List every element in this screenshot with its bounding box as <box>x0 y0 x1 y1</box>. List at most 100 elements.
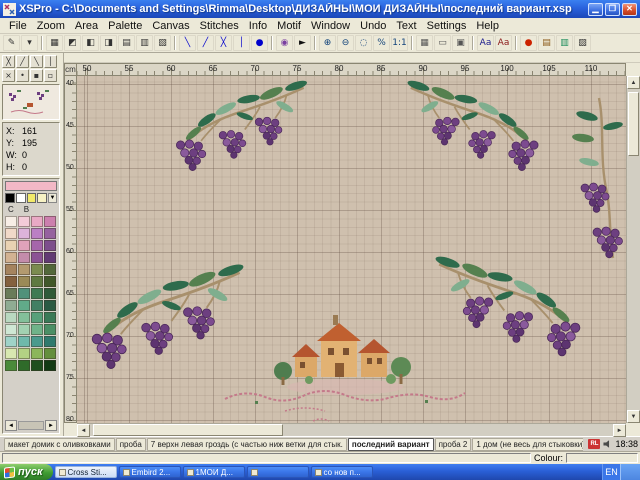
taskbar-task-3[interactable] <box>247 466 309 478</box>
taskbar-task-2[interactable]: 1МОИ Д... <box>183 466 245 478</box>
palette-color-1-3[interactable] <box>44 228 56 239</box>
zoom-actual-tool[interactable]: 1:1 <box>391 35 408 51</box>
stitch-style-back[interactable]: │ <box>44 55 57 68</box>
petite-stitch-tool[interactable]: ▤ <box>118 35 135 51</box>
palette-color-10-2[interactable] <box>31 336 43 347</box>
zoom-area-tool[interactable]: ◌ <box>355 35 372 51</box>
half-stitch-tool[interactable]: ◩ <box>64 35 81 51</box>
menu-window[interactable]: Window <box>306 20 355 32</box>
vertical-stitch-tool[interactable]: ▥ <box>136 35 153 51</box>
palette-color-0-3[interactable] <box>44 216 56 227</box>
palette-color-3-2[interactable] <box>31 252 43 263</box>
start-button[interactable]: пуск <box>0 464 53 480</box>
menu-help[interactable]: Help <box>471 20 504 32</box>
palette-color-10-1[interactable] <box>18 336 30 347</box>
menu-undo[interactable]: Undo <box>355 20 391 32</box>
taskbar-task-4[interactable]: со нов п... <box>311 466 373 478</box>
special-stitch-tool[interactable]: ▧ <box>154 35 171 51</box>
language-indicator-icon[interactable]: RL <box>588 439 600 449</box>
document-tab-4[interactable]: проба 2 <box>435 438 472 451</box>
stitch-style-knot[interactable]: • <box>16 69 29 82</box>
palette-color-2-3[interactable] <box>44 240 56 251</box>
scroll-up-button[interactable]: ▲ <box>627 76 640 89</box>
palette-color-10-3[interactable] <box>44 336 56 347</box>
menu-file[interactable]: File <box>4 20 32 32</box>
stitch-style-petite[interactable]: × <box>2 69 15 82</box>
palette-color-11-1[interactable] <box>18 348 30 359</box>
palette-color-3-3[interactable] <box>44 252 56 263</box>
document-tab-3[interactable]: последний вариант <box>348 438 434 451</box>
palette-color-10-0[interactable] <box>5 336 17 347</box>
palette-color-12-1[interactable] <box>18 360 30 371</box>
volume-icon[interactable] <box>603 440 612 449</box>
palette-color-2-0[interactable] <box>5 240 17 251</box>
palette-color-11-2[interactable] <box>31 348 43 359</box>
close-button[interactable]: ✕ <box>622 3 637 16</box>
vertical-scroll-thumb[interactable] <box>628 92 639 156</box>
palette-color-6-0[interactable] <box>5 288 17 299</box>
palette-color-1-0[interactable] <box>5 228 17 239</box>
grid-toggle[interactable]: ▦ <box>416 35 433 51</box>
menu-text[interactable]: Text <box>391 20 421 32</box>
current-color-swatch[interactable] <box>5 181 57 191</box>
pencil-tool[interactable]: ✎ <box>3 35 20 51</box>
palette-color-3-0[interactable] <box>5 252 17 263</box>
palette-color-5-0[interactable] <box>5 276 17 287</box>
palette-color-9-2[interactable] <box>31 324 43 335</box>
document-tab-0[interactable]: макет домик с оливковками <box>4 438 115 451</box>
quick-color-2[interactable] <box>27 193 37 203</box>
palette-color-4-2[interactable] <box>31 264 43 275</box>
palette-color-6-3[interactable] <box>44 288 56 299</box>
horizontal-scrollbar[interactable]: ◄ ► <box>77 423 626 436</box>
full-stitch-tool[interactable]: ▦ <box>46 35 63 51</box>
text-tool-large[interactable]: Aa <box>495 35 512 51</box>
palette-scroll-left-button[interactable]: ◄ <box>5 420 17 431</box>
menu-settings[interactable]: Settings <box>422 20 472 32</box>
palette-color-8-1[interactable] <box>18 312 30 323</box>
palette-color-3-1[interactable] <box>18 252 30 263</box>
menu-zoom[interactable]: Zoom <box>32 20 70 32</box>
taskbar-task-1[interactable]: Embird 2... <box>119 466 181 478</box>
palette-color-9-0[interactable] <box>5 324 17 335</box>
vertical-scrollbar[interactable]: ▲ ▼ <box>626 76 640 423</box>
palette-color-2-2[interactable] <box>31 240 43 251</box>
menu-palette[interactable]: Palette <box>103 20 147 32</box>
palette-color-7-3[interactable] <box>44 300 56 311</box>
french-knot-tool[interactable]: ● <box>251 35 268 51</box>
scroll-left-button[interactable]: ◄ <box>77 424 90 437</box>
zoom-out-tool[interactable]: ⊖ <box>337 35 354 51</box>
backstitch-tool[interactable]: ╲ <box>179 35 196 51</box>
thread-chart-button[interactable]: ▥ <box>556 35 573 51</box>
menu-motif[interactable]: Motif <box>272 20 306 32</box>
maximize-button[interactable]: ❐ <box>605 3 620 16</box>
document-tab-1[interactable]: проба <box>116 438 146 451</box>
palette-color-12-0[interactable] <box>5 360 17 371</box>
text-tool-small[interactable]: Aa <box>477 35 494 51</box>
palette-color-9-3[interactable] <box>44 324 56 335</box>
quick-color-3[interactable] <box>37 193 47 203</box>
stitch-style-bead[interactable]: ▪ <box>30 69 43 82</box>
palette-color-4-1[interactable] <box>18 264 30 275</box>
palette-scroll-right-button[interactable]: ► <box>45 420 57 431</box>
quick-color-0[interactable] <box>5 193 15 203</box>
menu-canvas[interactable]: Canvas <box>147 20 194 32</box>
palette-color-7-1[interactable] <box>18 300 30 311</box>
document-tab-2[interactable]: 7 верхн левая гроздь (с частью ниж ветки… <box>147 438 347 451</box>
menu-area[interactable]: Area <box>70 20 103 32</box>
scroll-down-button[interactable]: ▼ <box>627 410 640 423</box>
backstitch-diagonal-tool[interactable]: ╱ <box>197 35 214 51</box>
zoom-in-tool[interactable]: ⊕ <box>319 35 336 51</box>
rulers-toggle[interactable]: ▭ <box>434 35 451 51</box>
palette-color-8-3[interactable] <box>44 312 56 323</box>
stitch-style-quarter[interactable]: ╲ <box>30 55 43 68</box>
quick-color-dropdown[interactable]: ▼ <box>48 193 57 203</box>
pencil-dropdown[interactable]: ▾ <box>21 35 38 51</box>
taskbar-task-0[interactable]: Cross Sti... <box>55 466 117 478</box>
palette-color-4-3[interactable] <box>44 264 56 275</box>
palette-color-7-2[interactable] <box>31 300 43 311</box>
stitch-style-full[interactable]: ╳ <box>2 55 15 68</box>
taskbar-language[interactable]: EN <box>602 464 620 480</box>
quarter-stitch-tool[interactable]: ◧ <box>82 35 99 51</box>
palette-color-1-1[interactable] <box>18 228 30 239</box>
palette-color-5-1[interactable] <box>18 276 30 287</box>
